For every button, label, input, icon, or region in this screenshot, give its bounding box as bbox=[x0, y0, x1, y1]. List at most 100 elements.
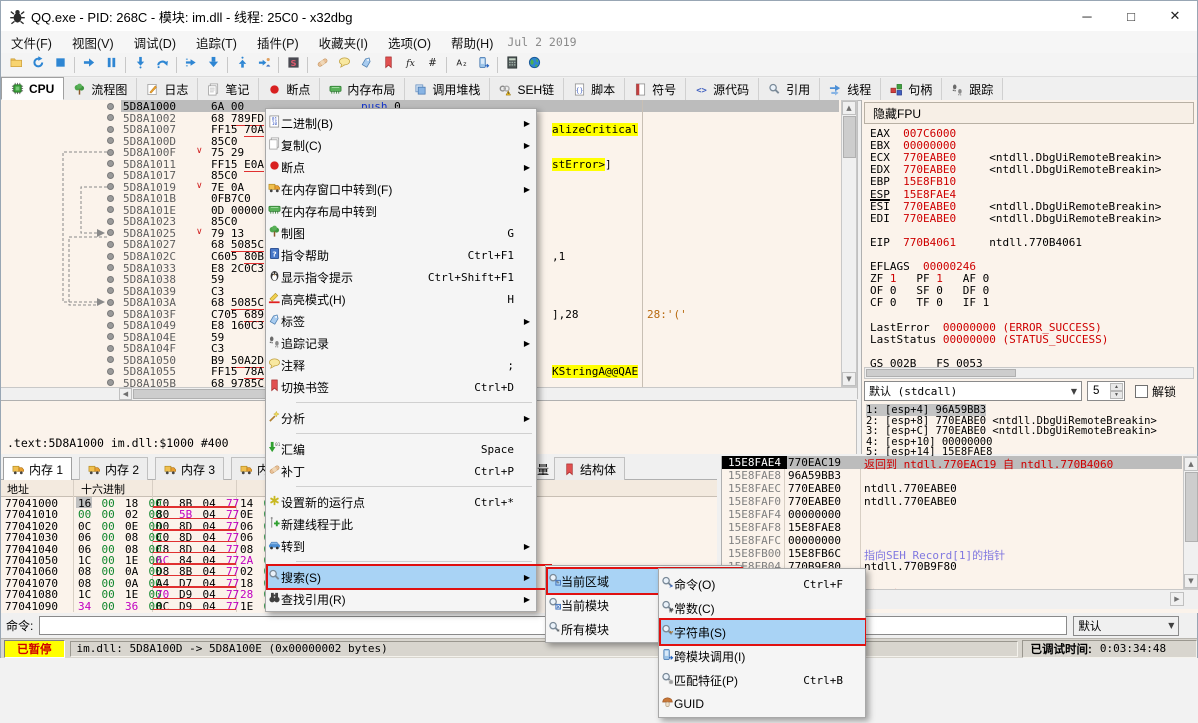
intermodular-calls-button[interactable] bbox=[472, 54, 494, 75]
tab-源代码[interactable]: <>源代码 bbox=[686, 78, 759, 100]
maximize-button[interactable]: □ bbox=[1109, 1, 1153, 31]
open-folder-button[interactable] bbox=[5, 54, 27, 75]
stack-row[interactable]: 15E8FAE896A59BB3 bbox=[722, 469, 1182, 482]
run-to-user-code-button[interactable] bbox=[253, 54, 275, 75]
menu-item-goto[interactable]: 转到▶ bbox=[268, 535, 536, 557]
menu-item-5[interactable]: 收藏夹(I) bbox=[309, 31, 378, 54]
stack-row[interactable]: 15E8FAF0770EABE0ntdll.770EABE0 bbox=[722, 495, 1182, 508]
hide-fpu-button[interactable]: 隐藏FPU bbox=[864, 102, 1194, 124]
menu-item-4[interactable]: 插件(P) bbox=[247, 31, 309, 54]
patch-button[interactable] bbox=[311, 54, 333, 75]
menu-item-3[interactable]: 追踪(T) bbox=[186, 31, 247, 54]
menu-item-constant[interactable]: #常数(C) bbox=[661, 596, 865, 620]
stack-row[interactable]: 15E8FAE4770EAC19返回到 ntdll.770EAC19 自 ntd… bbox=[722, 456, 1182, 469]
menu-item-highlight-mode[interactable]: 高亮模式(H)H bbox=[268, 288, 536, 310]
tab-引用[interactable]: 引用 bbox=[759, 78, 820, 100]
tab-符号[interactable]: 符号 bbox=[625, 78, 686, 100]
animate-into-button[interactable] bbox=[180, 54, 202, 75]
step-over-button[interactable] bbox=[151, 54, 173, 75]
menu-item-pattern[interactable]: 匹配特征(P)Ctrl+B bbox=[661, 668, 865, 692]
menu-item-trace-record[interactable]: 追踪记录▶ bbox=[268, 332, 536, 354]
step-into-button[interactable] bbox=[129, 54, 151, 75]
menu-item-follow-in-memory-map[interactable]: 在内存布局中转到 bbox=[268, 200, 536, 222]
disasm-vertical-scrollbar[interactable]: ▲ ▼ bbox=[841, 100, 857, 387]
menu-item-1[interactable]: 视图(V) bbox=[62, 31, 124, 54]
scylla-button[interactable]: S bbox=[282, 54, 304, 75]
tab-struct[interactable]: 结构体 bbox=[554, 457, 625, 480]
terminate-button[interactable] bbox=[49, 54, 71, 75]
tab-句柄[interactable]: 句柄 bbox=[881, 78, 942, 100]
tab-SEH链[interactable]: SEH链 bbox=[490, 78, 564, 100]
run-button[interactable] bbox=[78, 54, 100, 75]
menu-item-label[interactable]: 标签▶ bbox=[268, 310, 536, 332]
menu-item-6[interactable]: 选项(O) bbox=[378, 31, 441, 54]
menu-item-2[interactable]: 调试(D) bbox=[124, 31, 186, 54]
tab-笔记[interactable]: 笔记 bbox=[198, 78, 259, 100]
stack-row[interactable]: 15E8FAFC00000000 bbox=[722, 534, 1182, 547]
tab-线程[interactable]: 线程 bbox=[820, 78, 881, 100]
menu-item-toggle-bookmark[interactable]: 切换书签Ctrl+D bbox=[268, 376, 536, 398]
dump-tab-1[interactable]: 内存 1 bbox=[3, 457, 72, 481]
calculator-button[interactable] bbox=[501, 54, 523, 75]
menu-item-comment[interactable]: 注释; bbox=[268, 354, 536, 376]
menu-item-guid[interactable]: GUID bbox=[661, 692, 865, 716]
comments-button[interactable] bbox=[333, 54, 355, 75]
dump-tab-2[interactable]: 内存 2 bbox=[79, 457, 148, 480]
tab-调用堆栈[interactable]: 调用堆栈 bbox=[405, 78, 490, 100]
status-message: im.dll: 5D8A100D -> 5D8A100E (0x00000002… bbox=[70, 641, 1018, 657]
menu-item-0[interactable]: 文件(F) bbox=[1, 31, 62, 54]
tab-CPU[interactable]: CPU bbox=[1, 77, 64, 100]
tab-流程图[interactable]: 流程图 bbox=[64, 78, 137, 100]
tab-日志[interactable]: 日志 bbox=[137, 78, 198, 100]
dump-tab-3[interactable]: 内存 3 bbox=[155, 457, 224, 480]
bookmarks-button[interactable] bbox=[377, 54, 399, 75]
registers-horizontal-scrollbar[interactable] bbox=[864, 367, 1194, 379]
tab-脚本[interactable]: {}脚本 bbox=[564, 78, 625, 100]
menu-item-search[interactable]: 搜索(S)▶ bbox=[268, 566, 536, 588]
close-button[interactable]: ✕ bbox=[1153, 1, 1197, 31]
menu-item-assemble[interactable]: 01汇编Space bbox=[268, 438, 536, 460]
menu-item-copy[interactable]: 复制(C)▶ bbox=[268, 134, 536, 156]
pause-button[interactable] bbox=[100, 54, 122, 75]
menu-item-create-thread-here[interactable]: 新建线程于此 bbox=[268, 513, 536, 535]
menu-item-binary[interactable]: 0110二进制(B)▶ bbox=[268, 112, 536, 134]
menu-item-instruction-help[interactable]: ?指令帮助Ctrl+F1 bbox=[268, 244, 536, 266]
labels-button[interactable] bbox=[355, 54, 377, 75]
command-profile-dropdown[interactable]: 默认▼ bbox=[1073, 616, 1179, 636]
menu-item-find-references[interactable]: 查找引用(R)▶ bbox=[268, 588, 536, 610]
calling-convention-dropdown[interactable]: 默认 (stdcall)▼ bbox=[864, 381, 1082, 401]
stack-comment: ntdll.770EABE0 bbox=[864, 495, 957, 508]
dump-byte: 04 bbox=[203, 600, 216, 613]
strings-button[interactable]: Az bbox=[450, 54, 472, 75]
stack-row[interactable]: 15E8FAF815E8FAE8 bbox=[722, 521, 1182, 534]
menu-item-intermodular-calls[interactable]: 跨模块调用(I) bbox=[661, 644, 865, 668]
stack-vertical-scrollbar[interactable]: ▲ ▼ bbox=[1183, 456, 1198, 589]
stack-row[interactable]: 15E8FB0015E8FB6C指向SEH_Record[1]的指针 bbox=[722, 547, 1182, 560]
menu-item-follow-in-dump[interactable]: 在内存窗口中转到(F)▶ bbox=[268, 178, 536, 200]
globe-button[interactable] bbox=[523, 54, 545, 75]
tab-内存布局[interactable]: 内存布局 bbox=[320, 78, 405, 100]
menu-item-breakpoint[interactable]: 断点▶ bbox=[268, 156, 536, 178]
menu-item-show-mnemonic-brief[interactable]: 显示指令提示Ctrl+Shift+F1 bbox=[268, 266, 536, 288]
constants-button[interactable]: # bbox=[421, 54, 443, 75]
menu-item-string-references[interactable]: “字符串(S) bbox=[661, 620, 865, 644]
tab-断点[interactable]: 断点 bbox=[259, 78, 320, 100]
execute-till-return-button[interactable] bbox=[231, 54, 253, 75]
menu-item-7[interactable]: 帮助(H) bbox=[441, 31, 503, 54]
functions-button[interactable]: fx bbox=[399, 54, 421, 75]
menu-item-graph[interactable]: 制图G bbox=[268, 222, 536, 244]
stack-row[interactable]: 15E8FAF400000000 bbox=[722, 508, 1182, 521]
menu-item-analysis[interactable]: 分析▶ bbox=[268, 407, 536, 429]
step-down-button[interactable] bbox=[202, 54, 224, 75]
unlock-checkbox[interactable] bbox=[1135, 385, 1148, 398]
menu-item-patches[interactable]: 补丁Ctrl+P bbox=[268, 460, 536, 482]
tab-跟踪[interactable]: 跟踪 bbox=[942, 78, 1003, 100]
menu-item-label: 注释 bbox=[281, 357, 507, 374]
minimize-button[interactable]: ─ bbox=[1065, 1, 1109, 31]
stack-row[interactable]: 15E8FAEC770EABE0ntdll.770EABE0 bbox=[722, 482, 1182, 495]
menu-item-command[interactable]: >命令(O)Ctrl+F bbox=[661, 572, 865, 596]
argument-count-spinner[interactable]: 5 ▲▼ bbox=[1087, 381, 1125, 401]
restart-button[interactable] bbox=[27, 54, 49, 75]
menu-item-set-new-origin[interactable]: 设置新的运行点Ctrl+* bbox=[268, 491, 536, 513]
tab-locals-fragment[interactable]: 量 bbox=[537, 461, 549, 478]
